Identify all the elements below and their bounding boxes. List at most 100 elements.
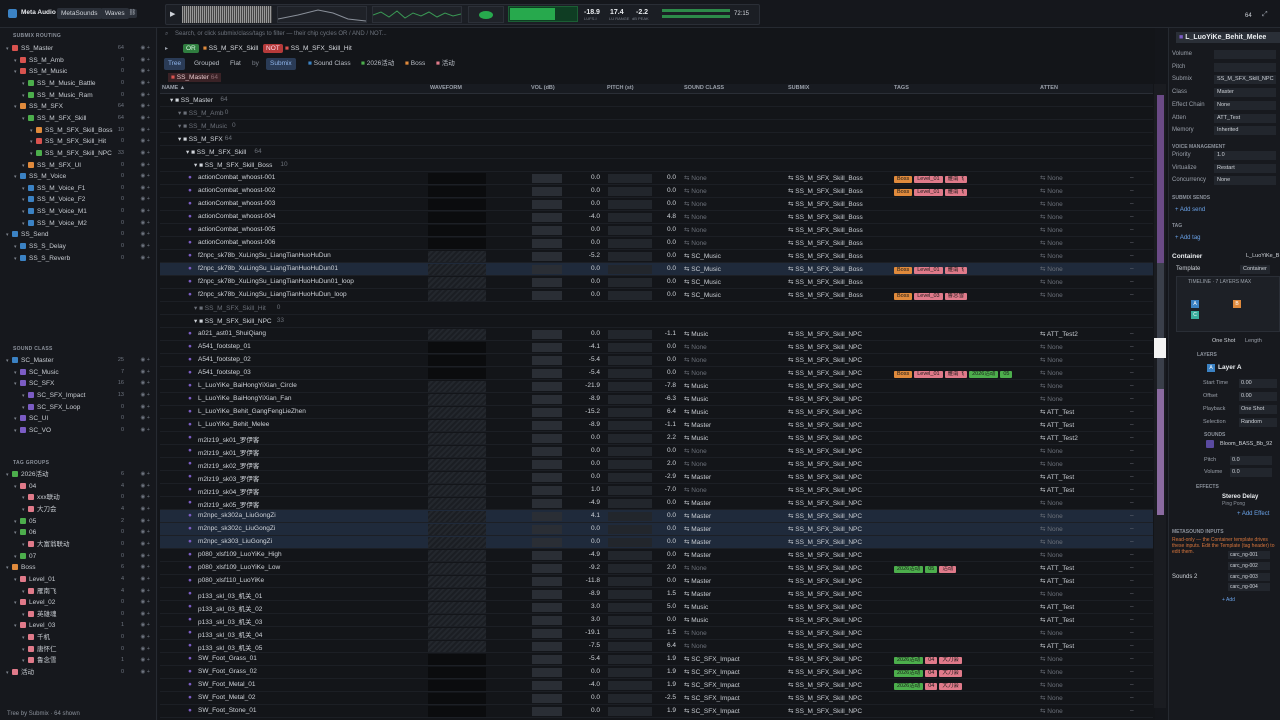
waveform-thumbnail[interactable]	[428, 277, 486, 288]
sound-class-cell[interactable]: ⇆ None	[684, 486, 707, 494]
table-row[interactable]: p080_xlsf110_LuoYiKe ● -11.8 0.0 ⇆ Master ⇆ S…	[160, 575, 1153, 588]
submix-item[interactable]: ▾ SS_M_Music_Ram 0 ◉ +	[2, 90, 154, 101]
timeline-node-b[interactable]: B	[1233, 300, 1241, 308]
table-row[interactable]: f2npc_sk78b_XuLingSu_LiangTianHuoHuDun ● -…	[160, 250, 1153, 263]
tag-badge[interactable]: 雁南飞	[944, 176, 968, 183]
table-row[interactable]: f2npc_sk78b_XuLingSu_LiangTianHuoHuDun01…	[160, 276, 1153, 289]
tag-group-item[interactable]: ▾ 唐怀仁 0 ◉ +	[2, 644, 154, 655]
atten-cell[interactable]: ⇆ None	[1040, 213, 1063, 221]
table-row[interactable]: m2lz19_sk05_罗伊客 ● -4.9 0.0 ⇆ Master ⇆ SS_M_SF…	[160, 497, 1153, 510]
submix-cell[interactable]: ⇆ SS_M_SFX_Skill_NPC	[788, 408, 862, 416]
table-row[interactable]: A541_footstep_02 ● -5.4 0.0 ⇆ None ⇆ SS_M_SFX…	[160, 354, 1153, 367]
visibility-icon[interactable]: ◉ +	[140, 609, 150, 620]
visibility-icon[interactable]: ◉ +	[140, 113, 150, 124]
tag-group-item[interactable]: ▾ xxx联动 0 ◉ +	[2, 492, 154, 503]
row-menu-icon[interactable]: –	[1130, 291, 1134, 298]
volume-value[interactable]: 0.0	[564, 187, 600, 194]
table-row[interactable]: actionCombat_whoost-004 ● -4.0 4.8 ⇆ None ⇆ S…	[160, 211, 1153, 224]
visibility-icon[interactable]: ◉ +	[140, 620, 150, 631]
group-submix[interactable]: Submix	[266, 58, 296, 70]
tag-group-item[interactable]: ▾ 英雄魂 0 ◉ +	[2, 609, 154, 620]
tag-badge[interactable]: 雁南飞	[944, 371, 968, 378]
row-menu-icon[interactable]: –	[1130, 226, 1134, 233]
table-row[interactable]: actionCombat_whoost-005 ● 0.0 0.0 ⇆ None ⇆ SS…	[160, 224, 1153, 237]
visibility-icon[interactable]: ◉ +	[140, 562, 150, 573]
pitch-value[interactable]: 0.0	[644, 278, 676, 285]
inspector-field-value[interactable]	[1214, 50, 1276, 59]
row-menu-icon[interactable]: –	[1130, 486, 1134, 493]
sound-class-cell[interactable]: ⇆ Master	[684, 499, 711, 507]
atten-cell[interactable]: ⇆ None	[1040, 369, 1063, 377]
volume-value[interactable]: 0.0	[564, 525, 600, 532]
filter-toggle-icon[interactable]: ▸	[165, 45, 168, 52]
table-row[interactable]: L_LuoYiKe_Behit_Melee ● -8.9 -1.1 ⇆ Master ⇆ …	[160, 419, 1153, 432]
volume-slider[interactable]	[532, 382, 562, 391]
tag-badge[interactable]: 大刀会	[939, 657, 962, 664]
waveform-thumbnail[interactable]	[428, 537, 486, 548]
visibility-icon[interactable]: ◉ +	[140, 241, 150, 252]
pitch-value[interactable]: 0.0	[644, 512, 676, 519]
input-select[interactable]: carc_ng-002	[1228, 561, 1270, 570]
waveform-thumbnail[interactable]	[428, 251, 486, 262]
volume-slider[interactable]	[532, 707, 562, 716]
table-row[interactable]: p133_skl_03_机关_05 ● -7.5 6.4 ⇆ None ⇆ SS_M_SF…	[160, 640, 1153, 653]
row-menu-icon[interactable]: –	[1130, 590, 1134, 597]
tag-badge[interactable]: 雁南飞	[944, 267, 968, 274]
visibility-icon[interactable]: ◉ +	[140, 229, 150, 240]
volume-slider[interactable]	[532, 291, 562, 300]
sound-class-cell[interactable]: ⇆ None	[684, 187, 707, 195]
sound-name[interactable]: Bloom_BASS_Bb_92	[1220, 441, 1272, 447]
input-select[interactable]: carc_ng-004	[1228, 583, 1270, 592]
group-boss[interactable]: ■ Boss	[401, 58, 429, 70]
waveform-thumbnail[interactable]	[428, 680, 486, 691]
sound-class-cell[interactable]: ⇆ Master	[684, 538, 711, 546]
sound-class-item[interactable]: ▾ SC_SFX_Loop 0 ◉ +	[2, 402, 154, 413]
table-row[interactable]: L_LuoYiKe_BaiHongYiXian_Circle ● -21.9 -7.8…	[160, 380, 1153, 393]
inspector-field-value[interactable]: None	[1214, 100, 1276, 110]
sound-class-cell[interactable]: ⇆ Master	[684, 421, 711, 429]
visibility-icon[interactable]: ◉ +	[140, 527, 150, 538]
tag-badge[interactable]: 05	[1000, 371, 1013, 378]
sound-class-cell[interactable]: ⇆ None	[684, 642, 707, 650]
volume-value[interactable]: 0.0	[564, 447, 600, 454]
waveform-thumbnail[interactable]	[428, 238, 486, 249]
volume-slider[interactable]	[532, 486, 562, 495]
volume-slider[interactable]	[532, 343, 562, 352]
atten-cell[interactable]: ⇆ None	[1040, 252, 1063, 260]
volume-slider[interactable]	[532, 265, 562, 274]
template-select[interactable]: Container	[1240, 265, 1270, 274]
atten-cell[interactable]: ⇆ None	[1040, 239, 1063, 247]
submix-cell[interactable]: ⇆ SS_M_SFX_Skill_NPC	[788, 486, 862, 494]
submix-item[interactable]: ▾ SS_M_SFX_Skill_Hit 0 ◉ +	[2, 136, 154, 147]
pitch-value[interactable]: 0.0	[644, 551, 676, 558]
tags-cell[interactable]: Boss Level_01 雁南飞	[894, 175, 969, 183]
row-menu-icon[interactable]: –	[1130, 213, 1134, 220]
atten-cell[interactable]: ⇆ None	[1040, 291, 1063, 299]
tag-badge[interactable]: 大刀会	[939, 683, 962, 690]
atten-cell[interactable]: ⇆ ATT_Test	[1040, 577, 1074, 585]
volume-value[interactable]: -19.1	[564, 629, 600, 636]
row-menu-icon[interactable]: –	[1130, 551, 1134, 558]
volume-value[interactable]: -4.9	[564, 499, 600, 506]
row-menu-icon[interactable]: –	[1130, 564, 1134, 571]
sound-class-cell[interactable]: ⇆ Music	[684, 408, 708, 416]
volume-slider[interactable]	[532, 655, 562, 664]
volume-slider[interactable]	[532, 356, 562, 365]
pitch-value[interactable]: 1.9	[644, 655, 676, 662]
table-row[interactable]: actionCombat_whoost-002 ● 0.0 0.0 ⇆ None ⇆ SS…	[160, 185, 1153, 198]
row-menu-icon[interactable]: –	[1130, 395, 1134, 402]
table-row[interactable]: p133_skl_03_机关_02 ● 3.0 5.0 ⇆ Music ⇆ SS_M_SF…	[160, 601, 1153, 614]
volume-value[interactable]: 4.1	[564, 512, 600, 519]
atten-cell[interactable]: ⇆ None	[1040, 590, 1063, 598]
sound-class-cell[interactable]: ⇆ None	[684, 343, 707, 351]
volume-value[interactable]: 0.0	[564, 434, 600, 441]
row-menu-icon[interactable]: –	[1130, 460, 1134, 467]
tags-cell[interactable]: 2026活动 05 活动	[894, 565, 958, 573]
pitch-value[interactable]: 0.0	[644, 200, 676, 207]
visibility-icon[interactable]: ◉ +	[140, 55, 150, 66]
atten-cell[interactable]: ⇆ None	[1040, 668, 1063, 676]
pitch-value[interactable]: 2.0	[644, 460, 676, 467]
waveform-thumbnail[interactable]	[428, 576, 486, 587]
tag-group-item[interactable]: ▾ 06 0 ◉ +	[2, 527, 154, 538]
tag-badge[interactable]: 鲁念雪	[944, 293, 968, 300]
